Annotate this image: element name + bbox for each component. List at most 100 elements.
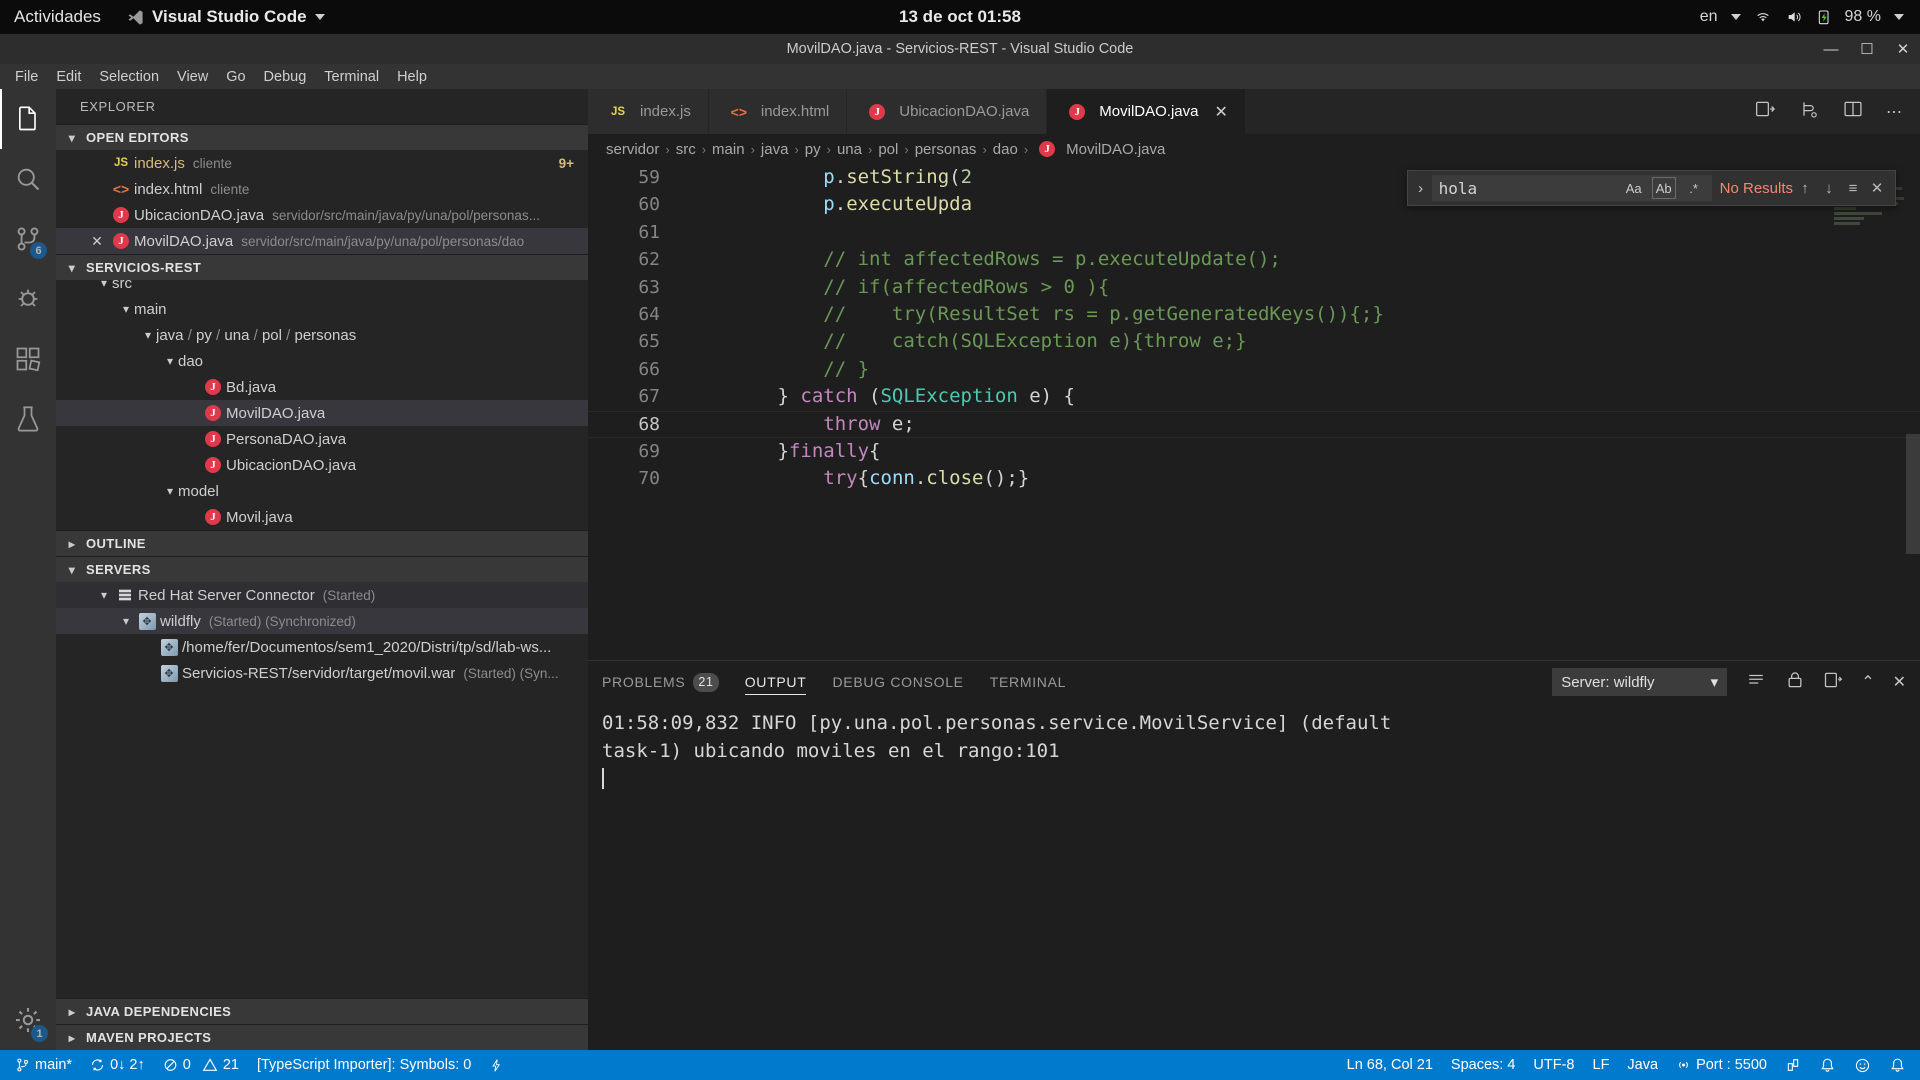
- section-outline[interactable]: ▸ OUTLINE: [56, 530, 588, 556]
- menu-go[interactable]: Go: [217, 67, 254, 87]
- panel-tab-debug-console[interactable]: DEBUG CONSOLE: [832, 661, 963, 703]
- chevron-down-icon[interactable]: ▾: [96, 280, 112, 290]
- menu-file[interactable]: File: [6, 67, 47, 87]
- editor-tab-movildao-java[interactable]: JMovilDAO.java✕: [1047, 89, 1246, 134]
- chevron-down-icon[interactable]: ▾: [118, 614, 134, 628]
- close-panel-icon[interactable]: ✕: [1893, 672, 1906, 692]
- lock-scroll-icon[interactable]: [1785, 670, 1805, 695]
- activity-item-source-control[interactable]: 6: [0, 209, 56, 269]
- gnome-app-menu[interactable]: Visual Studio Code: [127, 7, 325, 27]
- activities-button[interactable]: Actividades: [14, 7, 101, 27]
- output-channel-select[interactable]: Server: wildfly ▾: [1552, 668, 1727, 696]
- menu-help[interactable]: Help: [388, 67, 436, 87]
- status-encoding[interactable]: UTF-8: [1524, 1050, 1583, 1080]
- chevron-down-icon[interactable]: ▾: [118, 302, 134, 316]
- tree-folder[interactable]: ▾model: [56, 478, 588, 504]
- tree-folder[interactable]: ▾java / py / una / pol / personas: [56, 322, 588, 348]
- breadcrumb-item[interactable]: dao: [993, 141, 1018, 158]
- server-tree-item[interactable]: ▾Red Hat Server Connector(Started): [56, 582, 588, 608]
- chevron-down-icon[interactable]: ▾: [162, 484, 178, 498]
- server-tree-item[interactable]: ✥Servicios-REST/servidor/target/movil.wa…: [56, 660, 588, 686]
- status-indentation[interactable]: Spaces: 4: [1442, 1050, 1525, 1080]
- minimize-button[interactable]: —: [1822, 41, 1840, 58]
- split-editor-icon[interactable]: [1842, 99, 1864, 124]
- menu-debug[interactable]: Debug: [255, 67, 316, 87]
- keyboard-layout-label[interactable]: en: [1700, 8, 1718, 26]
- toggle-replace-icon[interactable]: ›: [1410, 180, 1432, 197]
- open-editor-item[interactable]: JUbicacionDAO.javaservidor/src/main/java…: [56, 202, 588, 228]
- activity-item-testing[interactable]: [0, 389, 56, 449]
- close-find-icon[interactable]: ✕: [1865, 179, 1889, 197]
- match-whole-word-icon[interactable]: Ab: [1652, 177, 1676, 199]
- close-editor-icon[interactable]: ✕: [86, 233, 108, 250]
- editor-scrollbar[interactable]: [1906, 164, 1920, 660]
- minimap[interactable]: [1834, 172, 1906, 422]
- menu-selection[interactable]: Selection: [90, 67, 168, 87]
- status-branch[interactable]: main*: [6, 1050, 81, 1080]
- server-tree-item[interactable]: ▾✥wildfly(Started) (Synchronized): [56, 608, 588, 634]
- status-feedback[interactable]: [1810, 1050, 1845, 1080]
- open-editor-item[interactable]: <>index.htmlcliente: [56, 176, 588, 202]
- editor-tab-index-js[interactable]: JSindex.js: [588, 89, 709, 134]
- server-tree-item[interactable]: ✥/home/fer/Documentos/sem1_2020/Distri/t…: [56, 634, 588, 660]
- breadcrumb-item[interactable]: servidor: [606, 141, 659, 158]
- status-sync[interactable]: 0↓ 2↑: [81, 1050, 154, 1080]
- close-button[interactable]: ✕: [1894, 40, 1912, 58]
- tree-file[interactable]: JPersonaDAO.java: [56, 426, 588, 452]
- clear-output-icon[interactable]: [1745, 671, 1767, 694]
- status-problems[interactable]: 0 21: [154, 1050, 248, 1080]
- tree-file[interactable]: JMovil.java: [56, 504, 588, 530]
- activity-item-manage[interactable]: 1: [0, 990, 56, 1050]
- close-tab-icon[interactable]: ✕: [1215, 102, 1228, 122]
- breadcrumb-item[interactable]: src: [676, 141, 696, 158]
- tree-file[interactable]: JUbicacionDAO.java: [56, 452, 588, 478]
- maximize-button[interactable]: ☐: [1858, 40, 1876, 58]
- status-typescript-importer[interactable]: [TypeScript Importer]: Symbols: 0: [248, 1050, 480, 1080]
- editor-tab-ubicaciondao-java[interactable]: JUbicacionDAO.java: [847, 89, 1047, 134]
- next-match-icon[interactable]: ↓: [1817, 180, 1841, 197]
- breadcrumb-item[interactable]: una: [837, 141, 862, 158]
- gnome-status-group[interactable]: en 98 %: [1700, 8, 1920, 26]
- section-maven-projects[interactable]: ▸ MAVEN PROJECTS: [56, 1024, 588, 1050]
- tree-file[interactable]: JBd.java: [56, 374, 588, 400]
- editor-scrollbar-thumb[interactable]: [1906, 434, 1920, 554]
- status-smiley[interactable]: [1845, 1050, 1880, 1080]
- open-editor-item[interactable]: ✕JMovilDAO.javaservidor/src/main/java/py…: [56, 228, 588, 254]
- status-zap[interactable]: [480, 1050, 512, 1080]
- tree-folder[interactable]: ▾src: [56, 280, 588, 296]
- breadcrumb-item[interactable]: MovilDAO.java: [1066, 141, 1165, 158]
- panel-tab-terminal[interactable]: TERMINAL: [990, 661, 1066, 703]
- find-in-selection-icon[interactable]: ≡: [1841, 180, 1865, 197]
- match-case-icon[interactable]: Aa: [1622, 177, 1646, 199]
- menu-edit[interactable]: Edit: [47, 67, 90, 87]
- breadcrumb-item[interactable]: main: [712, 141, 745, 158]
- section-java-dependencies[interactable]: ▸ JAVA DEPENDENCIES: [56, 998, 588, 1024]
- breadcrumb-item[interactable]: java: [761, 141, 789, 158]
- chevron-down-icon[interactable]: ▾: [162, 354, 178, 368]
- open-editor-item[interactable]: JSindex.jscliente9+: [56, 150, 588, 176]
- editor-tab-index-html[interactable]: <>index.html: [709, 89, 847, 134]
- menu-terminal[interactable]: Terminal: [315, 67, 388, 87]
- output-console[interactable]: 01:58:09,832 INFO [py.una.pol.personas.s…: [588, 703, 1920, 1050]
- run-icon[interactable]: [1798, 99, 1820, 124]
- activity-item-debug[interactable]: [0, 269, 56, 329]
- previous-match-icon[interactable]: ↑: [1793, 180, 1817, 197]
- status-cursor-position[interactable]: Ln 68, Col 21: [1338, 1050, 1442, 1080]
- breadcrumb-item[interactable]: py: [805, 141, 821, 158]
- panel-tab-problems[interactable]: PROBLEMS21: [602, 661, 719, 703]
- status-live-server[interactable]: Port : 5500: [1667, 1050, 1776, 1080]
- status-notifications[interactable]: [1880, 1050, 1920, 1080]
- code-editor[interactable]: 59 p.setString(260 p.executeUpda6162 // …: [588, 164, 1920, 660]
- tree-file[interactable]: JMovilDAO.java: [56, 400, 588, 426]
- section-open-editors[interactable]: ▾ OPEN EDITORS: [56, 124, 588, 150]
- activity-item-extensions[interactable]: [0, 329, 56, 389]
- tree-folder[interactable]: ▾dao: [56, 348, 588, 374]
- open-changes-icon[interactable]: [1754, 99, 1776, 124]
- menu-view[interactable]: View: [168, 67, 217, 87]
- use-regex-icon[interactable]: .*: [1682, 177, 1706, 199]
- section-servicios-rest[interactable]: ▾ SERVICIOS-REST: [56, 254, 588, 280]
- open-settings-icon[interactable]: [1823, 670, 1843, 695]
- status-language-mode[interactable]: Java: [1618, 1050, 1667, 1080]
- breadcrumb-item[interactable]: personas: [915, 141, 977, 158]
- tree-folder[interactable]: ▾main: [56, 296, 588, 322]
